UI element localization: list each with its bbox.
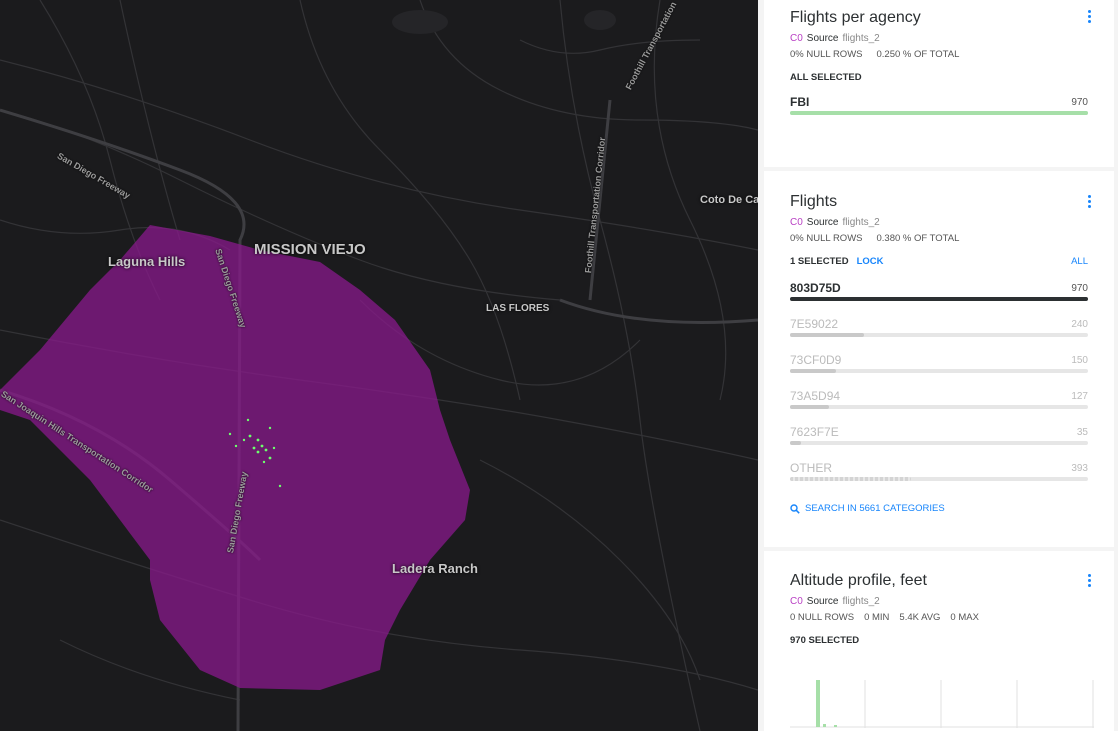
- category-label: 7623F7E: [790, 425, 839, 439]
- selection-text: 970 SELECTED: [790, 635, 860, 646]
- category-row[interactable]: 803D75D 970: [790, 281, 1088, 307]
- category-row[interactable]: 73CF0D9 150: [790, 353, 1088, 379]
- dataset-name: flights_2: [842, 33, 880, 44]
- selection-status: ALL SELECTED: [790, 72, 1088, 83]
- category-value: 393: [1071, 463, 1088, 474]
- category-bar-track: [790, 405, 1088, 409]
- category-bar-fill: [790, 333, 864, 337]
- widget-menu-icon[interactable]: [1088, 574, 1092, 588]
- histogram-bar[interactable]: [816, 680, 820, 727]
- category-label: FBI: [790, 95, 810, 109]
- category-label: 7E59022: [790, 317, 839, 331]
- search-categories-button[interactable]: SEARCH IN 5661 CATEGORIES: [790, 503, 1088, 514]
- widget-source: C0 Source flights_2: [790, 217, 1088, 228]
- stat-avg: 5.4K AVG: [899, 612, 941, 623]
- widget-title: Flights: [790, 193, 838, 210]
- category-label: 803D75D: [790, 281, 841, 295]
- source-tag: C0: [790, 596, 803, 607]
- source-label: Source: [806, 33, 839, 44]
- widgets-panel[interactable]: Flights per agency C0 Source flights_2 0% …: [758, 0, 1118, 731]
- source-tag: C0: [790, 217, 803, 228]
- source-tag: C0: [790, 33, 803, 44]
- water-bodies: [392, 10, 616, 34]
- city-label-laguna-hills: Laguna Hills: [108, 254, 186, 269]
- category-value: 970: [1071, 97, 1088, 108]
- category-bar-track: [790, 111, 1088, 115]
- dataset-name: flights_2: [842, 217, 880, 228]
- null-rows: 0 NULL ROWS: [790, 612, 855, 623]
- widget-stats: 0% NULL ROWS 0.380 % OF TOTAL: [790, 233, 1088, 244]
- widget-source: C0 Source flights_2: [790, 596, 1088, 607]
- widget-stats: 0 NULL ROWS 0 MIN 5.4K AVG 0 MAX: [790, 612, 1088, 623]
- category-row[interactable]: FBI 970: [790, 95, 1088, 121]
- widget-menu-icon[interactable]: [1088, 195, 1092, 209]
- app: MISSION VIEJO Laguna Hills LAS FLORES La…: [0, 0, 1118, 731]
- null-rows: 0% NULL ROWS: [790, 49, 863, 60]
- category-bar-fill: [790, 441, 801, 445]
- widget-menu-icon[interactable]: [1088, 10, 1092, 24]
- altitude-histogram[interactable]: [790, 680, 1094, 728]
- category-bar-track: [790, 297, 1088, 301]
- city-label-mission-viejo: MISSION VIEJO: [254, 241, 366, 258]
- category-label: 73CF0D9: [790, 353, 842, 367]
- map-canvas[interactable]: [0, 0, 758, 731]
- histogram-bar[interactable]: [834, 725, 837, 727]
- category-value: 127: [1071, 391, 1088, 402]
- select-all-button[interactable]: ALL: [1071, 256, 1088, 267]
- pct-total: 0.380 % OF TOTAL: [876, 233, 960, 244]
- widget-stats: 0% NULL ROWS 0.250 % OF TOTAL: [790, 49, 1088, 60]
- selection-status: 1 SELECTED LOCK ALL: [790, 256, 1088, 267]
- source-label: Source: [806, 596, 839, 607]
- category-value: 970: [1071, 283, 1088, 294]
- histogram-bar[interactable]: [823, 724, 826, 727]
- pct-total: 0.250 % OF TOTAL: [876, 49, 960, 60]
- category-bar-fill: [790, 297, 1088, 301]
- selection-text: 1 SELECTED: [790, 256, 849, 267]
- category-row[interactable]: 7623F7E 35: [790, 425, 1088, 451]
- lock-button[interactable]: LOCK: [857, 256, 884, 267]
- widget-title: Flights per agency: [790, 9, 921, 26]
- category-value: 240: [1071, 319, 1088, 330]
- dataset-name: flights_2: [842, 596, 880, 607]
- category-row-other[interactable]: OTHER 393: [790, 461, 1088, 487]
- widget-title: Altitude profile, feet: [790, 572, 927, 589]
- stat-min: 0 MIN: [864, 612, 890, 623]
- category-label: 73A5D94: [790, 389, 841, 403]
- city-label-coto-de-caza: Coto De Ca: [700, 194, 758, 206]
- city-label-las-flores: LAS FLORES: [486, 303, 550, 314]
- widget-flights-per-agency: Flights per agency C0 Source flights_2 0% …: [764, 0, 1114, 167]
- category-bar-fill: [790, 477, 911, 481]
- category-label: OTHER: [790, 461, 832, 475]
- city-label-ladera-ranch: Ladera Ranch: [392, 561, 478, 576]
- category-bar-track: [790, 477, 1088, 481]
- null-rows: 0% NULL ROWS: [790, 233, 863, 244]
- stat-max: 0 MAX: [950, 612, 979, 623]
- category-bar-track: [790, 369, 1088, 373]
- widget-source: C0 Source flights_2: [790, 33, 1088, 44]
- category-row[interactable]: 7E59022 240: [790, 317, 1088, 343]
- search-icon: [790, 503, 800, 514]
- selection-text: ALL SELECTED: [790, 72, 862, 83]
- search-categories-label: SEARCH IN 5661 CATEGORIES: [805, 503, 945, 514]
- category-bar-fill: [790, 111, 1088, 115]
- category-value: 35: [1076, 427, 1088, 438]
- category-bar-fill: [790, 405, 830, 409]
- category-value: 150: [1071, 355, 1088, 366]
- category-bar-track: [790, 333, 1088, 337]
- category-row[interactable]: 73A5D94 127: [790, 389, 1088, 415]
- selection-status: 970 SELECTED: [790, 635, 1088, 646]
- category-bar-track: [790, 441, 1088, 445]
- map-view[interactable]: MISSION VIEJO Laguna Hills LAS FLORES La…: [0, 0, 758, 731]
- widget-flights: Flights C0 Source flights_2 0% NULL ROWS 0.…: [764, 171, 1114, 547]
- source-label: Source: [806, 217, 839, 228]
- category-bar-fill: [790, 369, 837, 373]
- histogram-grid: [790, 680, 1094, 728]
